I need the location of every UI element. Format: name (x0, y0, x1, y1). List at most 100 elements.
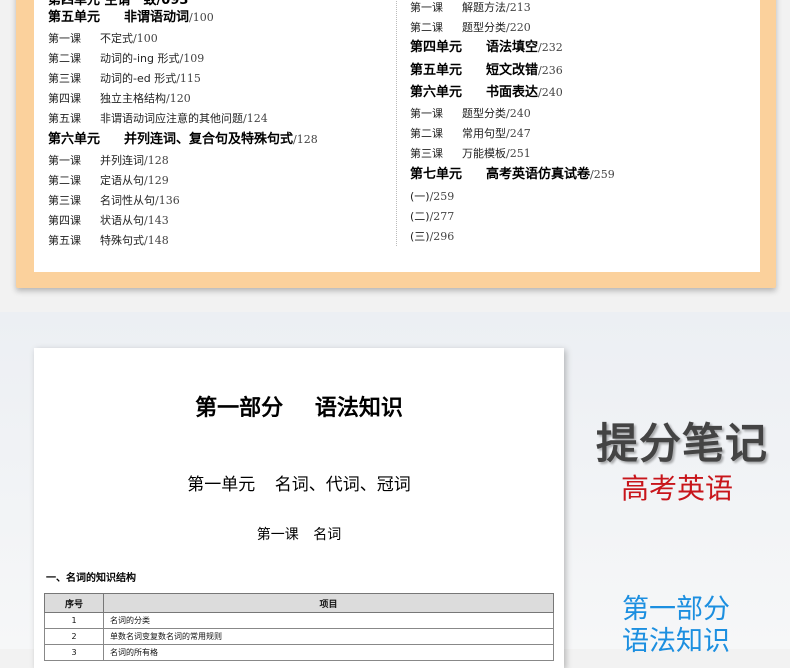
toc-entry-title: 高考英语仿真试卷 (486, 167, 591, 182)
toc-entry-page: /120 (166, 92, 191, 105)
toc-entry-title: 解题方法 (462, 1, 506, 14)
toc-entry-page: /128 (144, 154, 169, 167)
toc-entry-page: /115 (176, 72, 201, 85)
toc-entry-title: 题型分类 (462, 21, 506, 34)
side-part-line2: 语法知识 (622, 626, 730, 657)
toc-entry-page: /247 (506, 127, 531, 140)
table-header-num: 序号 (44, 593, 104, 613)
toc-entry-title: 不定式 (100, 32, 133, 45)
table-cell-item: 单数名词变复数名词的常用规则 (103, 628, 554, 645)
toc-entry-label: 第三课 (48, 72, 81, 85)
toc-entry-title: 非谓语动词 (124, 10, 190, 25)
toc-entry-page: /240 (538, 86, 563, 99)
toc-entry-title: 书面表达 (486, 85, 539, 100)
toc-entry-title: 特殊句式 (100, 234, 144, 247)
toc-entry-title: 并列连词 (100, 154, 144, 167)
side-part-line1: 第一部分 (622, 594, 730, 625)
unit-title: 第一单元 名词、代词、冠词 (187, 475, 411, 495)
table-header-item: 项目 (103, 593, 554, 613)
toc-entry-title: 定语从句 (100, 174, 144, 187)
toc-entry-page: /296 (429, 230, 455, 243)
table-row: 3 名词的所有格 (44, 644, 554, 661)
toc-entry-page: /232 (538, 41, 563, 54)
toc-entry-title: 状语从句 (100, 214, 144, 227)
toc-lesson-entry: (一)/259 (410, 190, 454, 204)
toc-entry-label: (一) (410, 190, 430, 203)
toc-lesson-entry: 第一课 题型分类/240 (410, 107, 531, 121)
toc-entry-label: 第二课 (48, 174, 81, 187)
toc-entry-page: /109 (179, 52, 205, 65)
part-title: 第一部分 语法知识 (195, 396, 403, 421)
toc-entry-page: /128 (293, 133, 318, 146)
toc-entry-label: 第一课 (410, 1, 443, 14)
toc-entry-label: 第一课 (48, 154, 81, 167)
toc-entry-label: 第六单元 (410, 85, 463, 100)
toc-entry-label: (二) (410, 210, 430, 223)
toc-entry-page: /240 (506, 107, 531, 120)
toc-entry-page: /251 (506, 147, 531, 160)
toc-entry-label: 第二课 (410, 127, 443, 140)
toc-entry-label: 第五课 (48, 112, 81, 125)
toc-entry-title: 动词的-ing 形式 (100, 52, 180, 65)
toc-lesson-entry: 第二课 动词的-ing 形式/109 (48, 52, 204, 66)
table-cell-item: 名词的所有格 (103, 644, 554, 661)
lesson-title: 第一课 名词 (256, 527, 342, 543)
toc-entry-title: 题型分类 (462, 107, 506, 120)
toc-entry-title: 独立主格结构 (100, 92, 166, 105)
table-cell-num: 3 (44, 644, 104, 661)
toc-entry-page: /148 (144, 234, 169, 247)
toc-lesson-entry: 第五课 非谓语动词应注意的其他问题/124 (48, 112, 268, 126)
toc-entry-page: /220 (506, 21, 531, 34)
toc-entry-label: 第三课 (410, 147, 443, 160)
toc-entry-label: 第五课 (48, 234, 81, 247)
toc-entry-page: /136 (155, 194, 180, 207)
toc-entry-label: 第三课 (48, 194, 81, 207)
toc-entry-label: 第五单元 (410, 63, 463, 78)
toc-entry-title: 短文改错 (486, 63, 539, 78)
toc-entry-page: /213 (506, 1, 531, 14)
toc-entry-label: 第四课 (48, 92, 81, 105)
toc-entry-page: /259 (590, 168, 615, 181)
toc-entry-title: 万能模板 (462, 147, 506, 160)
toc-entry-title: 非谓语动词应注意的其他问题 (100, 112, 243, 125)
toc-entry-label: 第一课 (410, 107, 443, 120)
toc-entry-title: 名词性从句 (100, 194, 155, 207)
toc-lesson-entry: 第三课 万能模板/251 (410, 147, 531, 161)
toc-entry-page: /143 (144, 214, 169, 227)
toc-entry-label: 第一课 (48, 32, 81, 45)
toc-entry-page: /124 (243, 112, 268, 125)
toc-lesson-entry: (三)/296 (410, 230, 454, 244)
toc-lesson-entry: 第三课 动词的-ed 形式/115 (48, 72, 201, 86)
toc-entry-title: 动词的-ed 形式 (100, 72, 177, 85)
toc-lesson-entry: 第一课 不定式/100 (48, 32, 158, 46)
toc-entry-label: 第七单元 (410, 167, 463, 182)
toc-unit-entry: 第五单元 非谓语动词/100 (48, 10, 214, 26)
knowledge-table: 序号 项目 1 名词的分类 2 单数名词变复数名词的常用规则 3 名词的所有格 (44, 593, 554, 661)
toc-clipped-entry: 第四单元 主谓一致/093 (48, 0, 189, 8)
toc-unit-entry: 第五单元 短文改错/236 (410, 63, 563, 79)
toc-entry-label: 第六单元 (48, 132, 101, 147)
toc-entry-page: /236 (538, 64, 563, 77)
side-part-label: 第一部分 语法知识 (622, 594, 730, 658)
toc-entry-page: /100 (189, 11, 214, 24)
table-header-row: 序号 项目 (44, 593, 554, 613)
toc-entry-label: 第二课 (48, 52, 81, 65)
sample-page: 第一部分 语法知识 第一单元 名词、代词、冠词 第一课 名词 一、名词的知识结构… (34, 348, 564, 668)
toc-column-divider (396, 0, 397, 246)
table-cell-num: 1 (44, 612, 104, 629)
table-cell-num: 2 (44, 628, 104, 645)
toc-entry-label: 第四课 (48, 214, 81, 227)
toc-entry-title: 语法填空 (486, 40, 539, 55)
section-heading: 一、名词的知识结构 (46, 573, 136, 584)
toc-unit-entry: 第六单元 并列连词、复合句及特殊句式/128 (48, 132, 318, 148)
toc-entry-page: /100 (133, 32, 158, 45)
toc-unit-entry: 第七单元 高考英语仿真试卷/259 (410, 167, 615, 183)
toc-lesson-entry: 第一课 并列连词/128 (48, 154, 169, 168)
toc-entry-title: 常用句型 (462, 127, 506, 140)
toc-lesson-entry: 第五课 特殊句式/148 (48, 234, 169, 248)
toc-lesson-entry: 第三课 名词性从句/136 (48, 194, 180, 208)
table-cell-item: 名词的分类 (103, 612, 554, 629)
toc-lesson-entry: 第四课 独立主格结构/120 (48, 92, 191, 106)
toc-entry-page: /129 (144, 174, 169, 187)
brand-subtitle: 高考英语 (621, 472, 734, 505)
